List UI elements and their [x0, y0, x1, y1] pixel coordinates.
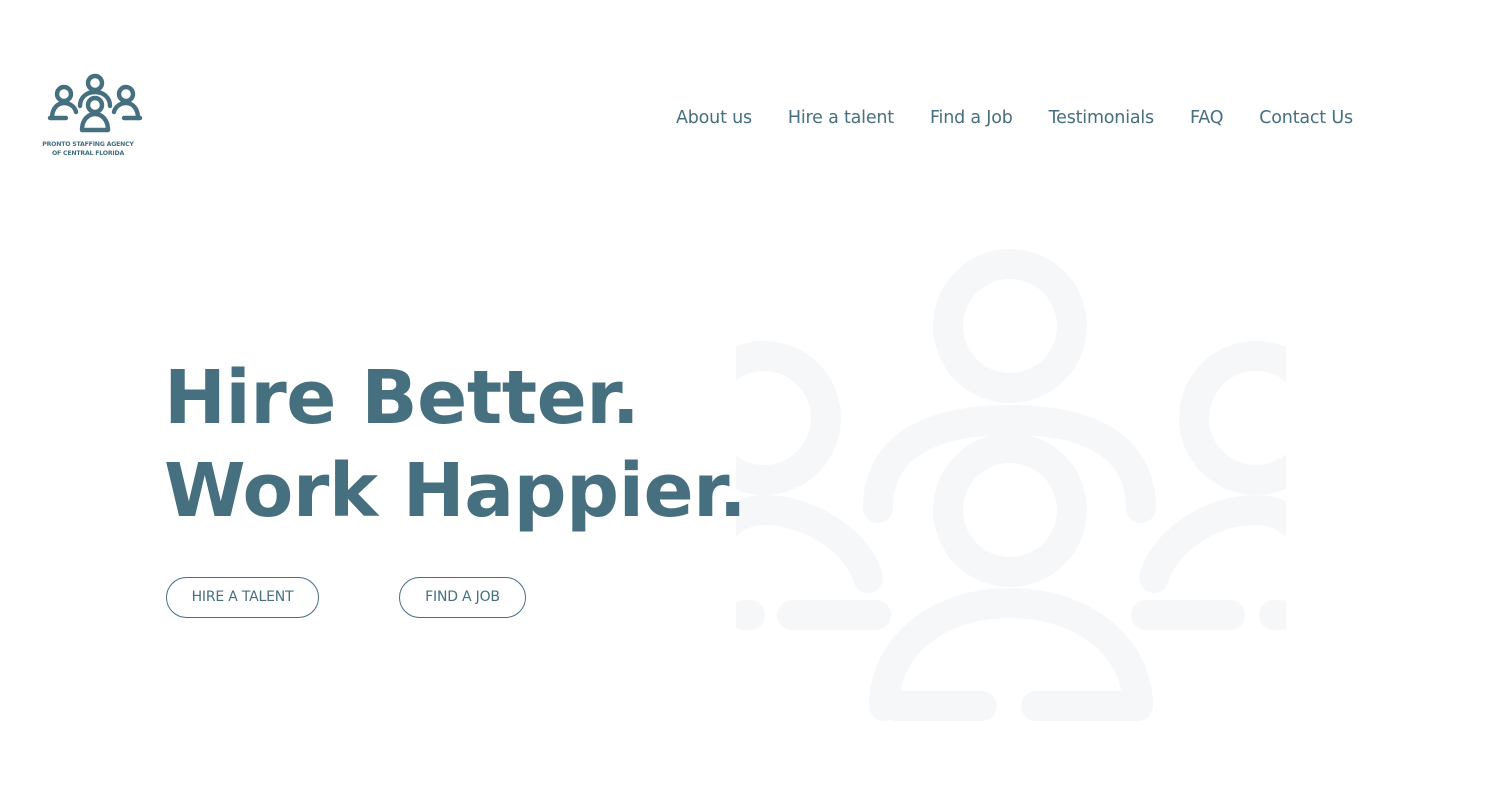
people-group-icon [47, 73, 143, 133]
hire-a-talent-button[interactable]: HIRE A TALENT [166, 577, 319, 618]
nav-item-find-a-job[interactable]: Find a Job [930, 106, 1013, 130]
nav-item-hire-a-talent[interactable]: Hire a talent [788, 106, 894, 130]
nav-item-about-us[interactable]: About us [676, 106, 752, 130]
background-people-group-icon [736, 249, 1286, 721]
nav-item-testimonials[interactable]: Testimonials [1049, 106, 1155, 130]
hero-headline: Hire Better. Work Happier. [164, 352, 747, 538]
find-a-job-button[interactable]: FIND A JOB [399, 577, 526, 618]
main-nav: About us Hire a talent Find a Job Testim… [676, 106, 1353, 130]
nav-item-contact-us[interactable]: Contact Us [1259, 106, 1353, 130]
page: PRONTO STAFFING AGENCY OF CENTRAL FLORID… [0, 0, 1510, 800]
hero-headline-line2: Work Happier. [164, 448, 747, 534]
logo-caption-line2: OF CENTRAL FLORIDA [51, 150, 125, 157]
nav-item-faq[interactable]: FAQ [1190, 106, 1224, 130]
logo-caption: PRONTO STAFFING AGENCY OF CENTRAL FLORID… [40, 140, 136, 158]
logo[interactable]: PRONTO STAFFING AGENCY OF CENTRAL FLORID… [40, 72, 152, 164]
logo-caption-line1: PRONTO STAFFING AGENCY [42, 141, 134, 148]
hero-headline-line1: Hire Better. [164, 355, 640, 441]
